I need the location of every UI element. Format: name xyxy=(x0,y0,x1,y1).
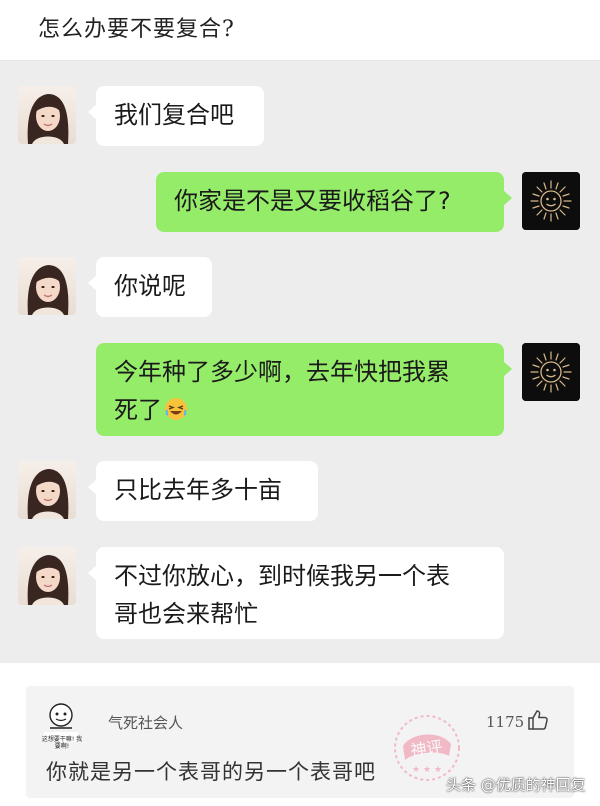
message-text-line: 不过你放心，到时候我另一个表 xyxy=(114,562,450,590)
message-bubble-received[interactable]: 不过你放心，到时候我另一个表 哥也会来帮忙 xyxy=(88,547,504,639)
my-avatar[interactable] xyxy=(522,343,580,401)
message-bubble-sent[interactable]: 今年种了多少啊，去年快把我累 死了 xyxy=(96,343,512,436)
comment-text: 你就是另一个表哥的另一个表哥吧 xyxy=(46,760,376,784)
message-text-line: 今年种了多少啊，去年快把我累 xyxy=(114,358,450,386)
contact-avatar[interactable] xyxy=(18,257,76,315)
thumbs-up-icon[interactable] xyxy=(526,708,550,732)
sun-face-icon xyxy=(522,343,580,401)
woman-portrait-icon xyxy=(18,547,76,605)
like-count: 1175 xyxy=(486,713,525,731)
contact-avatar[interactable] xyxy=(18,547,76,605)
comment-username[interactable]: 气死社会人 xyxy=(108,712,183,733)
stamp-text: 神评 xyxy=(409,737,443,760)
message-text-line: 死了 xyxy=(114,396,162,424)
message-text-line: 哥也会来帮忙 xyxy=(114,600,258,628)
message-bubble-received[interactable]: 我们复合吧 xyxy=(88,86,264,146)
message-text: 你说呢 xyxy=(114,272,186,300)
watermark: 头条 @优质的神回复 xyxy=(446,776,586,794)
message-bubble-sent[interactable]: 你家是不是又要收稻谷了? xyxy=(156,172,512,232)
message-bubble-received[interactable]: 只比去年多十亩 xyxy=(88,461,318,521)
message-bubble-received[interactable]: 你说呢 xyxy=(88,257,212,317)
my-avatar[interactable] xyxy=(522,172,580,230)
stamp-stars-icon: ★ ★ ★ xyxy=(412,765,442,775)
avatar-caption: 这想要干嘛! 我要啊! xyxy=(41,736,83,750)
woman-portrait-icon xyxy=(18,257,76,315)
page-title: 怎么办要不要复合? xyxy=(38,17,235,42)
message-text: 我们复合吧 xyxy=(114,101,234,129)
message-text: 你家是不是又要收稻谷了? xyxy=(174,187,451,215)
chat-area[interactable]: 我们复合吧 你家是不是又要收稻谷了? 你说呢 今年种了多少啊，去年快把我累 死了 xyxy=(0,60,600,663)
message-text: 只比去年多十亩 xyxy=(114,476,282,504)
contact-avatar[interactable] xyxy=(18,461,76,519)
rolling-laughing-emoji-icon xyxy=(165,398,187,420)
message-text-line-row: 死了 xyxy=(114,391,486,429)
contact-avatar[interactable] xyxy=(18,86,76,144)
sun-face-icon xyxy=(522,172,580,230)
woman-portrait-icon xyxy=(18,461,76,519)
woman-portrait-icon xyxy=(18,86,76,144)
